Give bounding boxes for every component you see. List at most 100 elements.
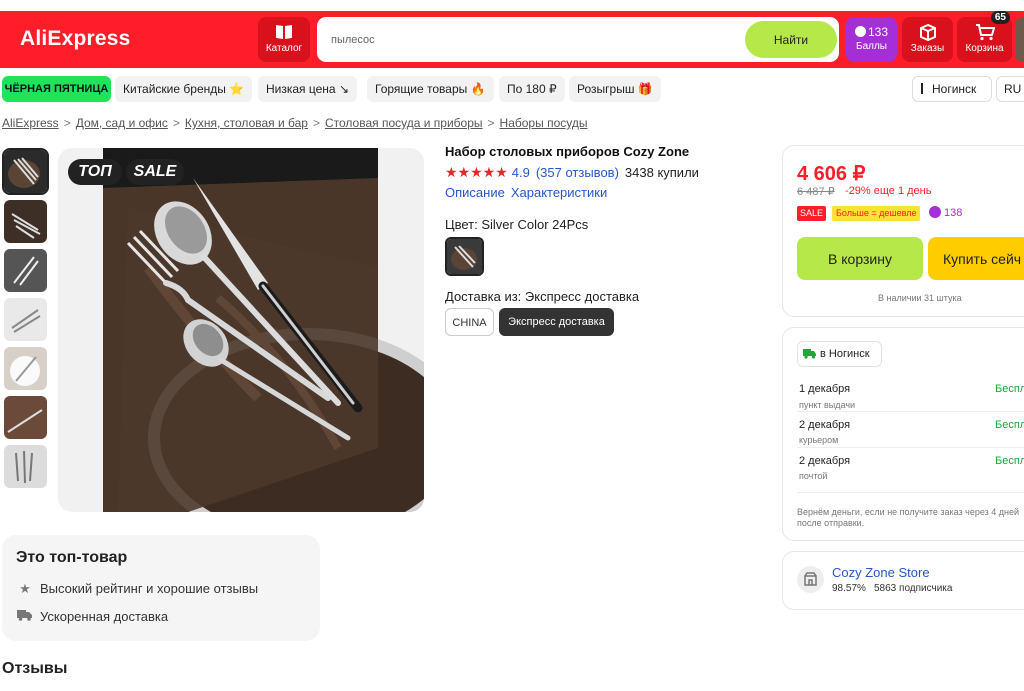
language-selector[interactable]: RU xyxy=(996,76,1024,102)
delivery-method: пункт выдачи xyxy=(799,400,856,410)
chevron-right-icon: > xyxy=(312,116,320,130)
shipping-option-express[interactable]: Экспресс доставка xyxy=(499,308,614,336)
delivery-price: Беспл xyxy=(995,383,1024,395)
chevron-right-icon: > xyxy=(63,116,71,130)
search-input[interactable] xyxy=(331,17,731,62)
delivery-price: Беспл xyxy=(995,419,1024,431)
sale-tag: SALE xyxy=(797,206,827,221)
bulk-discount-tag[interactable]: Больше = дешевле xyxy=(832,206,921,221)
cart-button[interactable]: 65 Корзина xyxy=(957,11,1012,62)
gallery-thumbnail[interactable] xyxy=(4,200,47,243)
bonus-points-value: 138 xyxy=(944,207,963,219)
cutlery-thumbnail-image xyxy=(10,356,40,386)
cutlery-thumbnail-image xyxy=(15,450,33,484)
delivery-location-chip[interactable]: в Ногинск xyxy=(797,341,882,367)
old-price: 6 487 ₽ xyxy=(797,186,835,198)
cart-label: Корзина xyxy=(965,43,1004,54)
breadcrumb: AliExpress > Дом, сад и офис > Кухня, столов… xyxy=(2,116,587,130)
chevron-right-icon: > xyxy=(172,116,180,130)
divider xyxy=(797,492,1024,493)
rating-stars-icon: ★★★★★ xyxy=(445,164,508,180)
promo-180[interactable]: По 180 ₽ xyxy=(499,76,565,102)
location-pin-icon xyxy=(921,83,928,94)
reviews-link[interactable]: (357 отзывов) xyxy=(536,165,619,180)
cutlery-thumbnail-image xyxy=(8,157,40,188)
search-box: Найти xyxy=(317,17,839,62)
search-button[interactable]: Найти xyxy=(745,21,837,58)
promo-black-friday[interactable]: ЧЁРНАЯ ПЯТНИЦА xyxy=(2,76,111,102)
breadcrumb-item[interactable]: Дом, сад и офис xyxy=(76,116,168,130)
delivery-date: 1 декабря xyxy=(799,383,851,395)
price: 4 606 ₽ xyxy=(797,163,866,185)
cutlery-thumbnail-image xyxy=(7,409,43,433)
delivery-method: почтой xyxy=(799,471,828,481)
product-main-image[interactable] xyxy=(58,148,424,512)
cutlery-set-photo xyxy=(103,148,424,512)
promo-chinese-brands[interactable]: Китайские бренды ⭐ xyxy=(115,76,253,102)
cutlery-thumbnail-image xyxy=(11,309,41,333)
delivery-date: 2 декабря xyxy=(799,455,851,467)
top-product-title: Это топ-товар xyxy=(16,549,128,566)
divider xyxy=(797,447,1024,448)
breadcrumb-item[interactable]: AliExpress xyxy=(2,116,59,130)
gallery-thumbnail[interactable] xyxy=(2,148,49,195)
location-selector[interactable]: Ногинск xyxy=(912,76,992,102)
cutlery-swatch-image xyxy=(447,239,482,274)
book-icon xyxy=(276,25,292,39)
top-badge: ТОП xyxy=(68,159,122,185)
catalog-button[interactable]: Каталог xyxy=(258,17,310,62)
points-count: 133 xyxy=(867,25,889,39)
delivery-date: 2 декабря xyxy=(799,419,851,431)
store-rating: 98.57% xyxy=(832,583,866,594)
chevron-right-icon: > xyxy=(487,116,495,130)
cart-icon xyxy=(975,24,995,41)
bonus-points: 138 xyxy=(929,206,962,221)
sale-badge: SALE xyxy=(126,159,184,185)
rating-row: ★★★★★ 4.9 (357 отзывов) 3438 купили xyxy=(445,164,699,181)
rating-value[interactable]: 4.9 xyxy=(512,165,530,180)
color-option[interactable] xyxy=(445,237,484,276)
product-title: Набор столовых приборов Cozy Zone xyxy=(445,144,690,159)
star-icon: ★ xyxy=(19,581,31,596)
orders-button[interactable]: Заказы xyxy=(902,17,953,62)
shipping-option-china[interactable]: CHINA xyxy=(445,308,494,336)
store-name[interactable]: Cozy Zone Store xyxy=(832,565,930,580)
points-button[interactable]: 133 Баллы xyxy=(846,17,897,62)
reviews-heading: Отзывы xyxy=(2,660,68,677)
specifications-link[interactable]: Характеристики xyxy=(511,185,607,200)
points-label: Баллы xyxy=(856,41,887,52)
description-link[interactable]: Описание xyxy=(445,185,505,200)
buy-now-button[interactable]: Купить сейч xyxy=(928,237,1024,280)
avatar[interactable] xyxy=(1015,17,1024,62)
gallery-thumbnail[interactable] xyxy=(4,298,47,341)
feature-text: Ускоренная доставка xyxy=(40,609,169,624)
delivery-location-label: в Ногинск xyxy=(820,348,870,360)
aliexpress-logo[interactable]: AliExpress xyxy=(20,27,131,51)
promo-giveaway[interactable]: Розыгрыш 🎁 xyxy=(569,76,661,102)
delivery-method: курьером xyxy=(799,435,839,445)
breadcrumb-item[interactable]: Столовая посуда и приборы xyxy=(325,116,483,130)
breadcrumb-item[interactable]: Кухня, столовая и бар xyxy=(185,116,308,130)
breadcrumb-item[interactable]: Наборы посуды xyxy=(500,116,588,130)
divider xyxy=(797,411,1024,412)
header: AliExpress Каталог Найти 133 Баллы Заказ… xyxy=(0,11,1024,68)
store-icon xyxy=(797,566,824,593)
delivery-price: Беспл xyxy=(995,455,1024,467)
gallery-thumbnail[interactable] xyxy=(4,396,47,439)
product-section-links: Описание Характеристики xyxy=(445,185,613,200)
top-product-feature: Ускоренная доставка xyxy=(16,609,168,624)
gallery-thumbnail[interactable] xyxy=(4,347,47,390)
shipping-from-label: Доставка из: Экспресс доставка xyxy=(445,289,640,304)
promo-low-price[interactable]: Низкая цена ↘ xyxy=(258,76,357,102)
discount-label: -29% еще 1 день xyxy=(845,185,932,197)
add-to-cart-button[interactable]: В корзину xyxy=(797,237,923,280)
gallery-thumbnail[interactable] xyxy=(4,445,47,488)
gallery-thumbnail[interactable] xyxy=(4,249,47,292)
bought-count: 3438 купили xyxy=(624,165,699,180)
top-product-feature: ★ Высокий рейтинг и хорошие отзывы xyxy=(16,581,258,597)
orders-label: Заказы xyxy=(910,43,945,54)
promo-hot-items[interactable]: Горящие товары 🔥 xyxy=(367,76,494,102)
location-label: Ногинск xyxy=(932,82,977,96)
points-coin-icon xyxy=(929,206,941,218)
stock-label: В наличии 31 штука xyxy=(878,293,962,303)
